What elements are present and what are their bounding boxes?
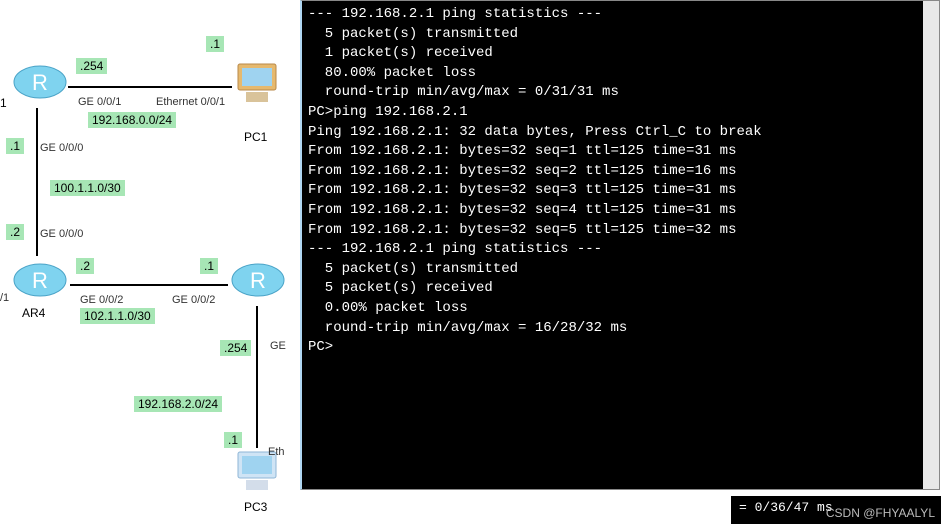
terminal-window[interactable]: --- 192.168.2.1 ping statistics --- 5 pa… <box>300 0 940 490</box>
terminal-line: From 192.168.2.1: bytes=32 seq=4 ttl=125… <box>308 201 933 221</box>
iface-label: GE 0/0/0 <box>40 228 83 240</box>
watermark-text: CSDN @FHYAALYL <box>826 506 935 520</box>
iface-label: Ethernet 0/0/1 <box>156 96 225 108</box>
topology-canvas: R 1 R AR4 R PC1 PC3 .254 .1 192.168.0.0/… <box>0 0 300 524</box>
ip-tag: .254 <box>76 58 107 74</box>
pc1-icon[interactable] <box>232 60 282 108</box>
subnet-tag: 192.168.2.0/24 <box>134 396 222 412</box>
terminal-line: round-trip min/avg/max = 0/31/31 ms <box>308 83 933 103</box>
terminal-line: From 192.168.2.1: bytes=32 seq=2 ttl=125… <box>308 162 933 182</box>
iface-label: GE 0/0/0 <box>40 142 83 154</box>
terminal-line: From 192.168.2.1: bytes=32 seq=1 ttl=125… <box>308 142 933 162</box>
link-r1-ar4 <box>36 108 38 256</box>
router-ar4-label: AR4 <box>22 306 45 320</box>
svg-text:R: R <box>250 268 266 293</box>
terminal-line: From 192.168.2.1: bytes=32 seq=5 ttl=125… <box>308 221 933 241</box>
pc1-label: PC1 <box>244 130 267 144</box>
terminal-line: 0.00% packet loss <box>308 299 933 319</box>
terminal-line: --- 192.168.2.1 ping statistics --- <box>308 5 933 25</box>
iface-label: Eth <box>268 446 285 458</box>
terminal-line: From 192.168.2.1: bytes=32 seq=3 ttl=125… <box>308 181 933 201</box>
terminal2-text: = 0/36/47 ms <box>739 500 833 515</box>
router-r1-label: 1 <box>0 96 7 110</box>
subnet-tag: 192.168.0.0/24 <box>88 112 176 128</box>
link-r1-pc1 <box>68 86 232 88</box>
terminal-line: 80.00% packet loss <box>308 64 933 84</box>
terminal-line: 1 packet(s) received <box>308 44 933 64</box>
iface-label: GE <box>270 340 286 352</box>
terminal-line: 5 packet(s) received <box>308 279 933 299</box>
terminal-line: 5 packet(s) transmitted <box>308 260 933 280</box>
router-r1[interactable]: R <box>12 58 68 106</box>
subnet-tag: 102.1.1.0/30 <box>80 308 155 324</box>
ip-tag: .1 <box>206 36 224 52</box>
iface-label: GE 0/0/2 <box>172 294 215 306</box>
iface-label: /1 <box>0 292 9 304</box>
pc3-label: PC3 <box>244 500 267 514</box>
svg-text:R: R <box>32 268 48 293</box>
ip-tag: .254 <box>220 340 251 356</box>
terminal-line: --- 192.168.2.1 ping statistics --- <box>308 240 933 260</box>
svg-text:R: R <box>32 70 48 95</box>
ip-tag: .1 <box>6 138 24 154</box>
terminal-line: 5 packet(s) transmitted <box>308 25 933 45</box>
terminal-line: Ping 192.168.2.1: 32 data bytes, Press C… <box>308 123 933 143</box>
terminal-line: PC>ping 192.168.2.1 <box>308 103 933 123</box>
router-ar4[interactable]: R <box>12 256 68 304</box>
iface-label: GE 0/0/1 <box>78 96 121 108</box>
ip-tag: .2 <box>6 224 24 240</box>
subnet-tag: 100.1.1.0/30 <box>50 180 125 196</box>
ip-tag: .1 <box>200 258 218 274</box>
iface-label: GE 0/0/2 <box>80 294 123 306</box>
terminal-scrollbar[interactable] <box>923 1 939 489</box>
terminal-line: PC> <box>308 338 933 358</box>
router-r5[interactable]: R <box>230 256 286 304</box>
ip-tag: .2 <box>76 258 94 274</box>
link-ar4-r5 <box>70 284 228 286</box>
ip-tag: .1 <box>224 432 242 448</box>
terminal-line: round-trip min/avg/max = 16/28/32 ms <box>308 319 933 339</box>
link-r5-pc3 <box>256 306 258 448</box>
